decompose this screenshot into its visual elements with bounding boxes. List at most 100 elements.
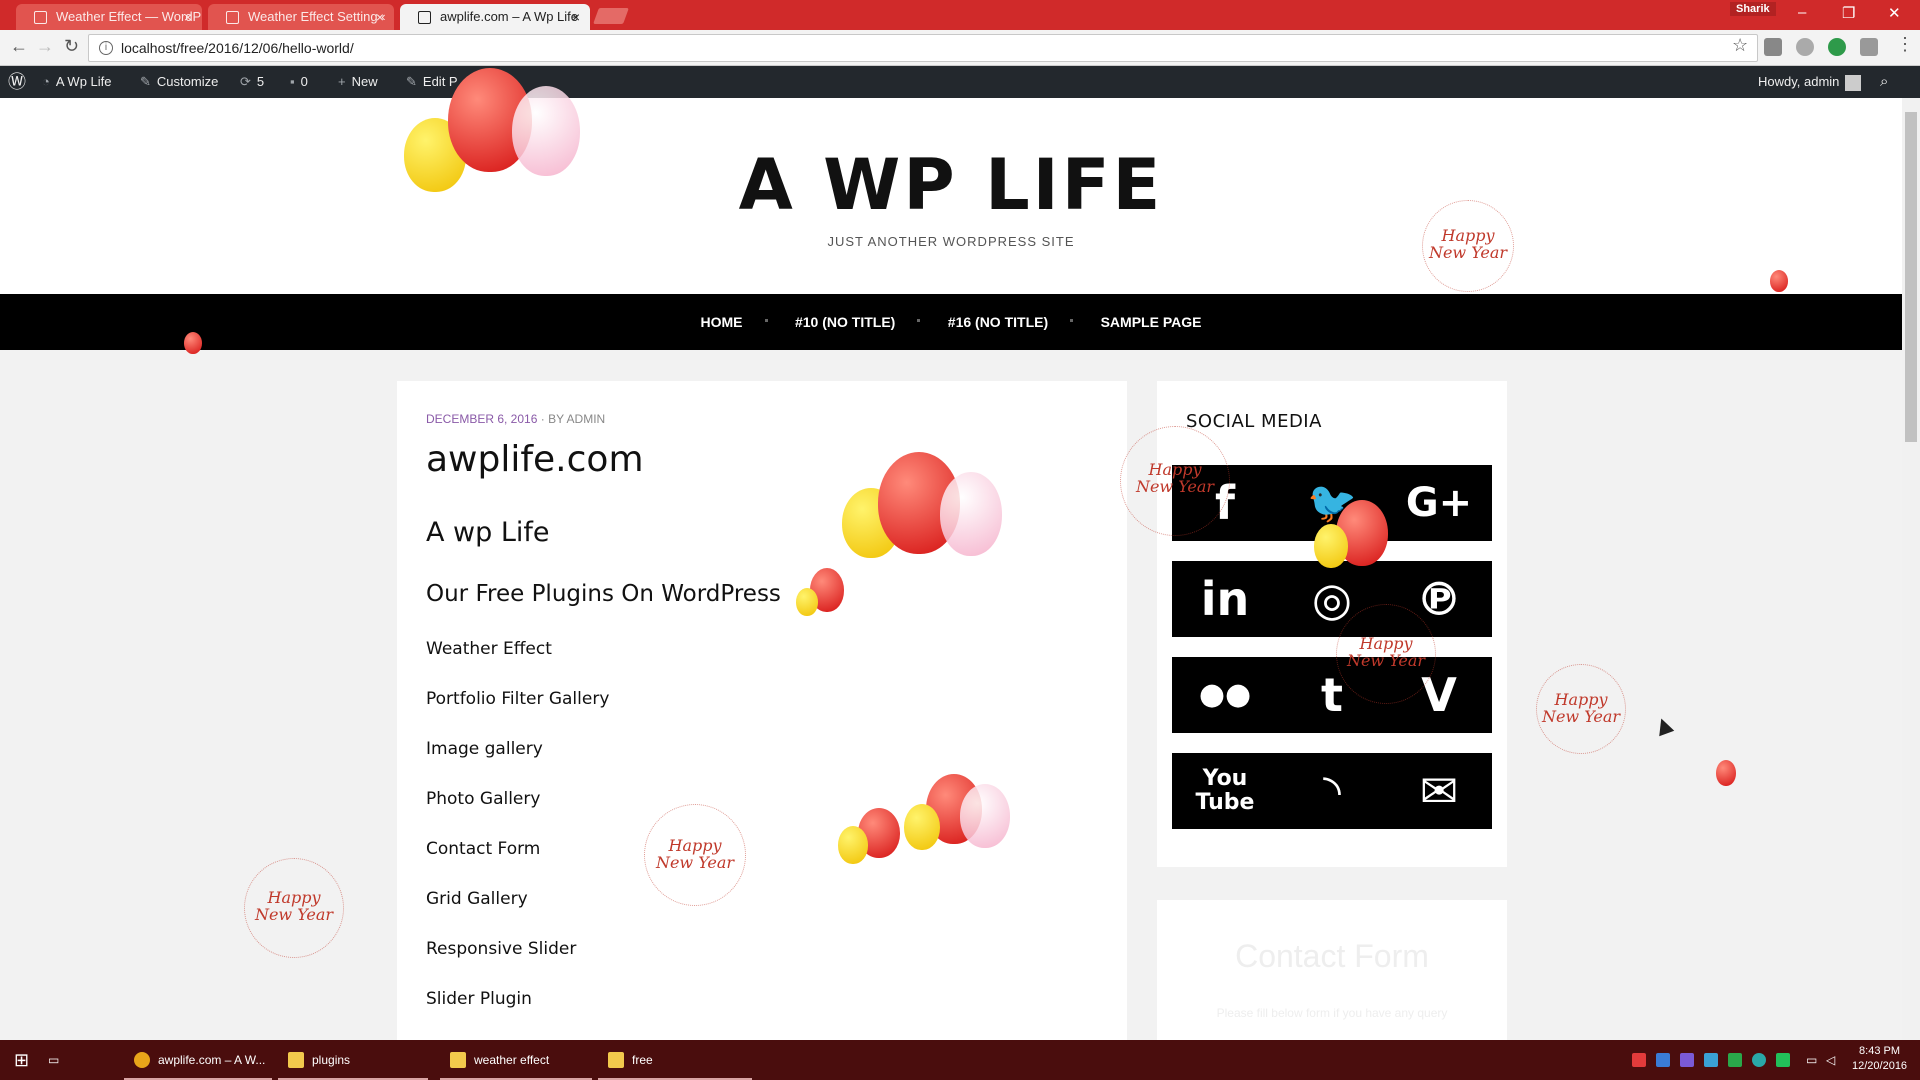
taskbar-item-free[interactable]: free — [598, 1040, 752, 1080]
updates-count: 5 — [256, 74, 265, 89]
nav-item-16[interactable]: #16 (NO TITLE) — [924, 294, 1074, 350]
close-tab-icon[interactable]: × — [184, 4, 192, 30]
page-scrollbar[interactable] — [1902, 98, 1920, 1040]
balloon-icon — [904, 804, 940, 850]
primary-navigation: HOME #10 (NO TITLE) #16 (NO TITLE) SAMPL… — [0, 294, 1902, 350]
plus-icon: + — [338, 74, 346, 89]
comment-icon: ▪ — [290, 74, 295, 89]
nav-item-home[interactable]: HOME — [677, 294, 768, 350]
taskbar-item-chrome[interactable]: awplife.com – A W... — [124, 1040, 272, 1080]
folder-icon — [450, 1052, 466, 1068]
scrollbar-thumb[interactable] — [1905, 112, 1917, 442]
post-article: DECEMBER 6, 2016 · BY ADMIN awplife.com … — [397, 381, 1127, 1041]
tray-icon[interactable] — [1728, 1053, 1742, 1067]
tab-title: Weather Effect Setting ‹ — [248, 9, 386, 24]
tray-icon[interactable] — [1752, 1053, 1766, 1067]
new-tab-button[interactable] — [593, 8, 629, 24]
wordpress-icon — [34, 11, 47, 24]
post-meta: DECEMBER 6, 2016 · BY ADMIN — [426, 412, 605, 426]
close-window-icon[interactable]: ✕ — [1888, 4, 1901, 22]
taskbar-item-weather-effect[interactable]: weather effect — [440, 1040, 592, 1080]
post-heading: A wp Life — [426, 517, 550, 548]
extension-icon[interactable] — [1796, 38, 1814, 56]
list-item: Grid Gallery — [426, 889, 528, 909]
comments-link[interactable]: ▪ 0 — [290, 66, 308, 98]
google-plus-icon[interactable]: G+ — [1386, 465, 1492, 541]
youtube-icon[interactable]: You Tube — [1172, 753, 1278, 829]
nav-separator — [1070, 319, 1074, 322]
balloon-icon — [184, 332, 202, 354]
avatar — [1845, 74, 1862, 91]
folder-icon — [608, 1052, 624, 1068]
network-icon[interactable]: ▭ — [1806, 1053, 1820, 1067]
linkedin-icon[interactable]: in — [1172, 561, 1278, 637]
happy-new-year-decoration: Happy New Year — [644, 804, 746, 906]
nav-label: #10 (NO TITLE) — [794, 314, 896, 330]
close-tab-icon[interactable]: × — [376, 4, 384, 30]
tab-awplife[interactable]: awplife.com – A Wp Life × — [400, 4, 590, 30]
post-author[interactable]: ADMIN — [567, 412, 606, 426]
nav-item-10[interactable]: #10 (NO TITLE) — [771, 294, 921, 350]
social-row: ●● t V — [1172, 657, 1492, 733]
list-item: Portfolio Filter Gallery — [426, 689, 610, 709]
email-icon[interactable]: ✉ — [1386, 753, 1492, 829]
search-icon[interactable]: ⌕ — [1880, 66, 1888, 98]
forward-icon[interactable]: → — [36, 36, 54, 57]
customize-link[interactable]: ✎ Customize — [140, 66, 218, 98]
profile-name[interactable]: Sharik — [1730, 2, 1776, 16]
wp-admin-bar: Ⓦ ◔ A Wp Life ✎ Customize ⟳ 5 ▪ 0 + New ✎ Edit… — [0, 66, 1920, 98]
folder-icon — [288, 1052, 304, 1068]
taskbar-label: free — [632, 1053, 653, 1067]
tab-weather-effect-setting[interactable]: Weather Effect Setting ‹ × — [208, 4, 394, 30]
tab-weather-effect[interactable]: Weather Effect — WordP × — [16, 4, 202, 30]
url-input[interactable]: i localhost/free/2016/12/06/hello-world/ — [88, 34, 1758, 62]
wordpress-logo-icon[interactable]: Ⓦ — [8, 66, 26, 98]
list-item: Contact Form — [426, 839, 541, 859]
minimize-icon[interactable]: – — [1798, 4, 1806, 21]
page-icon — [226, 11, 239, 24]
task-view-icon[interactable]: ▭ — [48, 1040, 88, 1080]
restore-icon[interactable]: ❐ — [1842, 4, 1855, 22]
post-date[interactable]: DECEMBER 6, 2016 — [426, 412, 537, 426]
tray-icon[interactable] — [1656, 1053, 1670, 1067]
nav-separator — [917, 319, 921, 322]
extension-icon[interactable] — [1828, 38, 1846, 56]
close-tab-icon[interactable]: × — [572, 4, 580, 30]
reload-icon[interactable]: ↻ — [64, 36, 79, 57]
rss-icon[interactable]: ◝ — [1279, 753, 1385, 829]
site-title[interactable]: A WP LIFE — [0, 144, 1902, 226]
bookmark-star-icon[interactable]: ☆ — [1732, 35, 1748, 56]
site-name-link[interactable]: ◔ A Wp Life — [42, 66, 112, 98]
extension-icon[interactable] — [1764, 38, 1782, 56]
post-subheading: Our Free Plugins On WordPress — [426, 581, 781, 607]
url-text: localhost/free/2016/12/06/hello-world/ — [121, 40, 354, 56]
social-row: You Tube ◝ ✉ — [1172, 753, 1492, 829]
balloon-icon — [1314, 524, 1348, 568]
nav-item-sample-page[interactable]: SAMPLE PAGE — [1077, 294, 1226, 350]
back-icon[interactable]: ← — [10, 36, 28, 57]
list-item: Image gallery — [426, 739, 543, 759]
widget-text: Please fill below form if you have any q… — [1216, 1006, 1448, 1020]
post-by: BY — [548, 412, 564, 426]
extension-icon[interactable] — [1860, 38, 1878, 56]
flickr-icon[interactable]: ●● — [1172, 657, 1278, 733]
start-button[interactable]: ⊞ — [0, 1040, 44, 1080]
tray-icon[interactable] — [1632, 1053, 1646, 1067]
volume-icon[interactable]: ◁ — [1826, 1053, 1840, 1067]
taskbar-label: awplife.com – A W... — [158, 1053, 266, 1067]
taskbar-item-plugins[interactable]: plugins — [278, 1040, 428, 1080]
brush-icon: ✎ — [140, 74, 151, 89]
updates-link[interactable]: ⟳ 5 — [240, 66, 264, 98]
account-menu[interactable]: Howdy, admin — [1758, 66, 1862, 98]
taskbar-label: plugins — [312, 1053, 351, 1067]
list-item: Weather Effect — [426, 639, 552, 659]
taskbar-clock[interactable]: 8:43 PM 12/20/2016 — [1852, 1044, 1907, 1074]
happy-new-year-decoration: Happy New Year — [1120, 426, 1230, 536]
menu-icon[interactable]: ⋮ — [1896, 34, 1914, 55]
tray-icon[interactable] — [1680, 1053, 1694, 1067]
edit-post-link[interactable]: ✎ Edit P — [406, 66, 458, 98]
new-content-link[interactable]: + New — [338, 66, 378, 98]
info-icon[interactable]: i — [99, 41, 113, 55]
tray-icon[interactable] — [1704, 1053, 1718, 1067]
tray-icon[interactable] — [1776, 1053, 1790, 1067]
